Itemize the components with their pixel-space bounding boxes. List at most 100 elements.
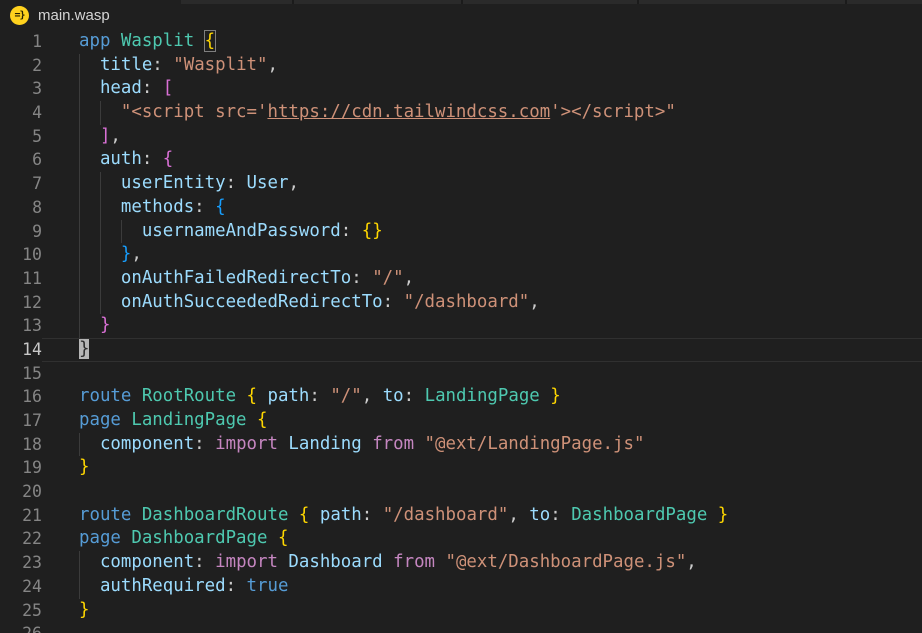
token: page [79,528,131,548]
code-line[interactable]: 23 component: import Dashboard from "@ex… [0,551,922,575]
line-number: 23 [0,551,42,575]
token: page [79,410,131,430]
token: app [79,31,121,51]
code-line[interactable]: 2 title: "Wasplit", [0,54,922,78]
tab-title: main.wasp [38,7,110,24]
token: : [152,55,173,75]
code-line[interactable]: 20 [0,480,922,504]
token: , [686,552,696,572]
code-text: page DashboardPage { [42,527,922,551]
code-text: methods: { [42,196,922,220]
code-line[interactable]: 15 [0,362,922,386]
token: } [79,600,89,620]
token: true [247,576,289,596]
indent-guide [79,77,80,101]
code-text: } [42,599,922,623]
token: : [226,576,247,596]
code-line[interactable]: 8 methods: { [0,196,922,220]
code-line[interactable]: 9 usernameAndPassword: {} [0,220,922,244]
indent-guide [79,220,80,244]
code-line[interactable]: 1app Wasplit { [0,30,922,54]
indent-guide [121,220,122,244]
code-line[interactable]: 17page LandingPage { [0,409,922,433]
code-line[interactable]: 22page DashboardPage { [0,527,922,551]
line-number: 19 [0,456,42,480]
code-line[interactable]: 19} [0,456,922,480]
link-url[interactable]: https://cdn.tailwindcss.com [267,102,550,122]
token: } [718,505,728,525]
token: auth [79,149,142,169]
code-line[interactable]: 3 head: [ [0,77,922,101]
indent-guide [79,433,80,457]
token: userEntity [79,173,226,193]
token: : [362,505,383,525]
code-text: userEntity: User, [42,172,922,196]
line-number: 4 [0,101,42,125]
token: Dashboard [288,552,393,572]
line-number: 22 [0,527,42,551]
indent-guide [100,220,101,244]
token: onAuthSucceededRedirectTo [79,292,383,312]
token: "@ext/LandingPage.js" [425,434,645,454]
token: LandingPage [425,386,551,406]
code-line[interactable]: 11 onAuthFailedRedirectTo: "/", [0,267,922,291]
code-line[interactable]: 12 onAuthSucceededRedirectTo: "/dashboar… [0,291,922,315]
indent-guide [100,243,101,267]
token: { [257,410,267,430]
code-editor[interactable]: 1app Wasplit {2 title: "Wasplit",3 head:… [0,30,922,633]
token: from [393,552,445,572]
code-line[interactable]: 14} [0,338,922,362]
code-line[interactable]: 6 auth: { [0,148,922,172]
token: component [79,552,194,572]
token: "@ext/DashboardPage.js" [445,552,686,572]
code-text [42,362,922,386]
indent-guide [79,551,80,575]
line-number: 14 [0,338,42,362]
code-text: component: import Landing from "@ext/Lan… [42,433,922,457]
line-number: 11 [0,267,42,291]
token: { [163,149,173,169]
tab-separator [637,0,639,4]
token: "/dashboard" [383,505,509,525]
token: : [194,197,215,217]
line-number: 12 [0,291,42,315]
line-number: 25 [0,599,42,623]
indent-guide [79,196,80,220]
code-line[interactable]: 18 component: import Landing from "@ext/… [0,433,922,457]
cursor-block: } [79,339,89,359]
code-line[interactable]: 5 ], [0,125,922,149]
indent-guide [79,54,80,78]
code-line[interactable]: 21route DashboardRoute { path: "/dashboa… [0,504,922,528]
code-text: }, [42,243,922,267]
code-text: usernameAndPassword: {} [42,220,922,244]
wasp-logo-icon: =} [10,6,29,25]
code-line[interactable]: 25} [0,599,922,623]
token: : [550,505,571,525]
code-text: app Wasplit { [42,30,922,54]
token: , [362,386,383,406]
code-line[interactable]: 4 "<script src='https://cdn.tailwindcss.… [0,101,922,125]
line-number: 5 [0,125,42,149]
matched-bracket: { [205,31,215,51]
token: DashboardPage [131,528,278,548]
code-line[interactable]: 16route RootRoute { path: "/", to: Landi… [0,385,922,409]
code-text: } [42,314,922,338]
code-text: "<script src='https://cdn.tailwindcss.co… [42,101,922,125]
indent-guide [79,314,80,338]
token: Wasplit [121,31,205,51]
code-text: route DashboardRoute { path: "/dashboard… [42,504,922,528]
code-text: head: [ [42,77,922,101]
token: "/dashboard" [404,292,530,312]
token: "/" [372,268,403,288]
tab-main-wasp[interactable]: =} main.wasp [0,0,181,30]
line-number: 6 [0,148,42,172]
code-line[interactable]: 24 authRequired: true [0,575,922,599]
code-line[interactable]: 7 userEntity: User, [0,172,922,196]
code-line[interactable]: 13 } [0,314,922,338]
code-line[interactable]: 10 }, [0,243,922,267]
token: component [79,434,194,454]
line-number: 3 [0,77,42,101]
token: route [79,386,142,406]
token: RootRoute [142,386,247,406]
code-line[interactable]: 26 [0,622,922,633]
